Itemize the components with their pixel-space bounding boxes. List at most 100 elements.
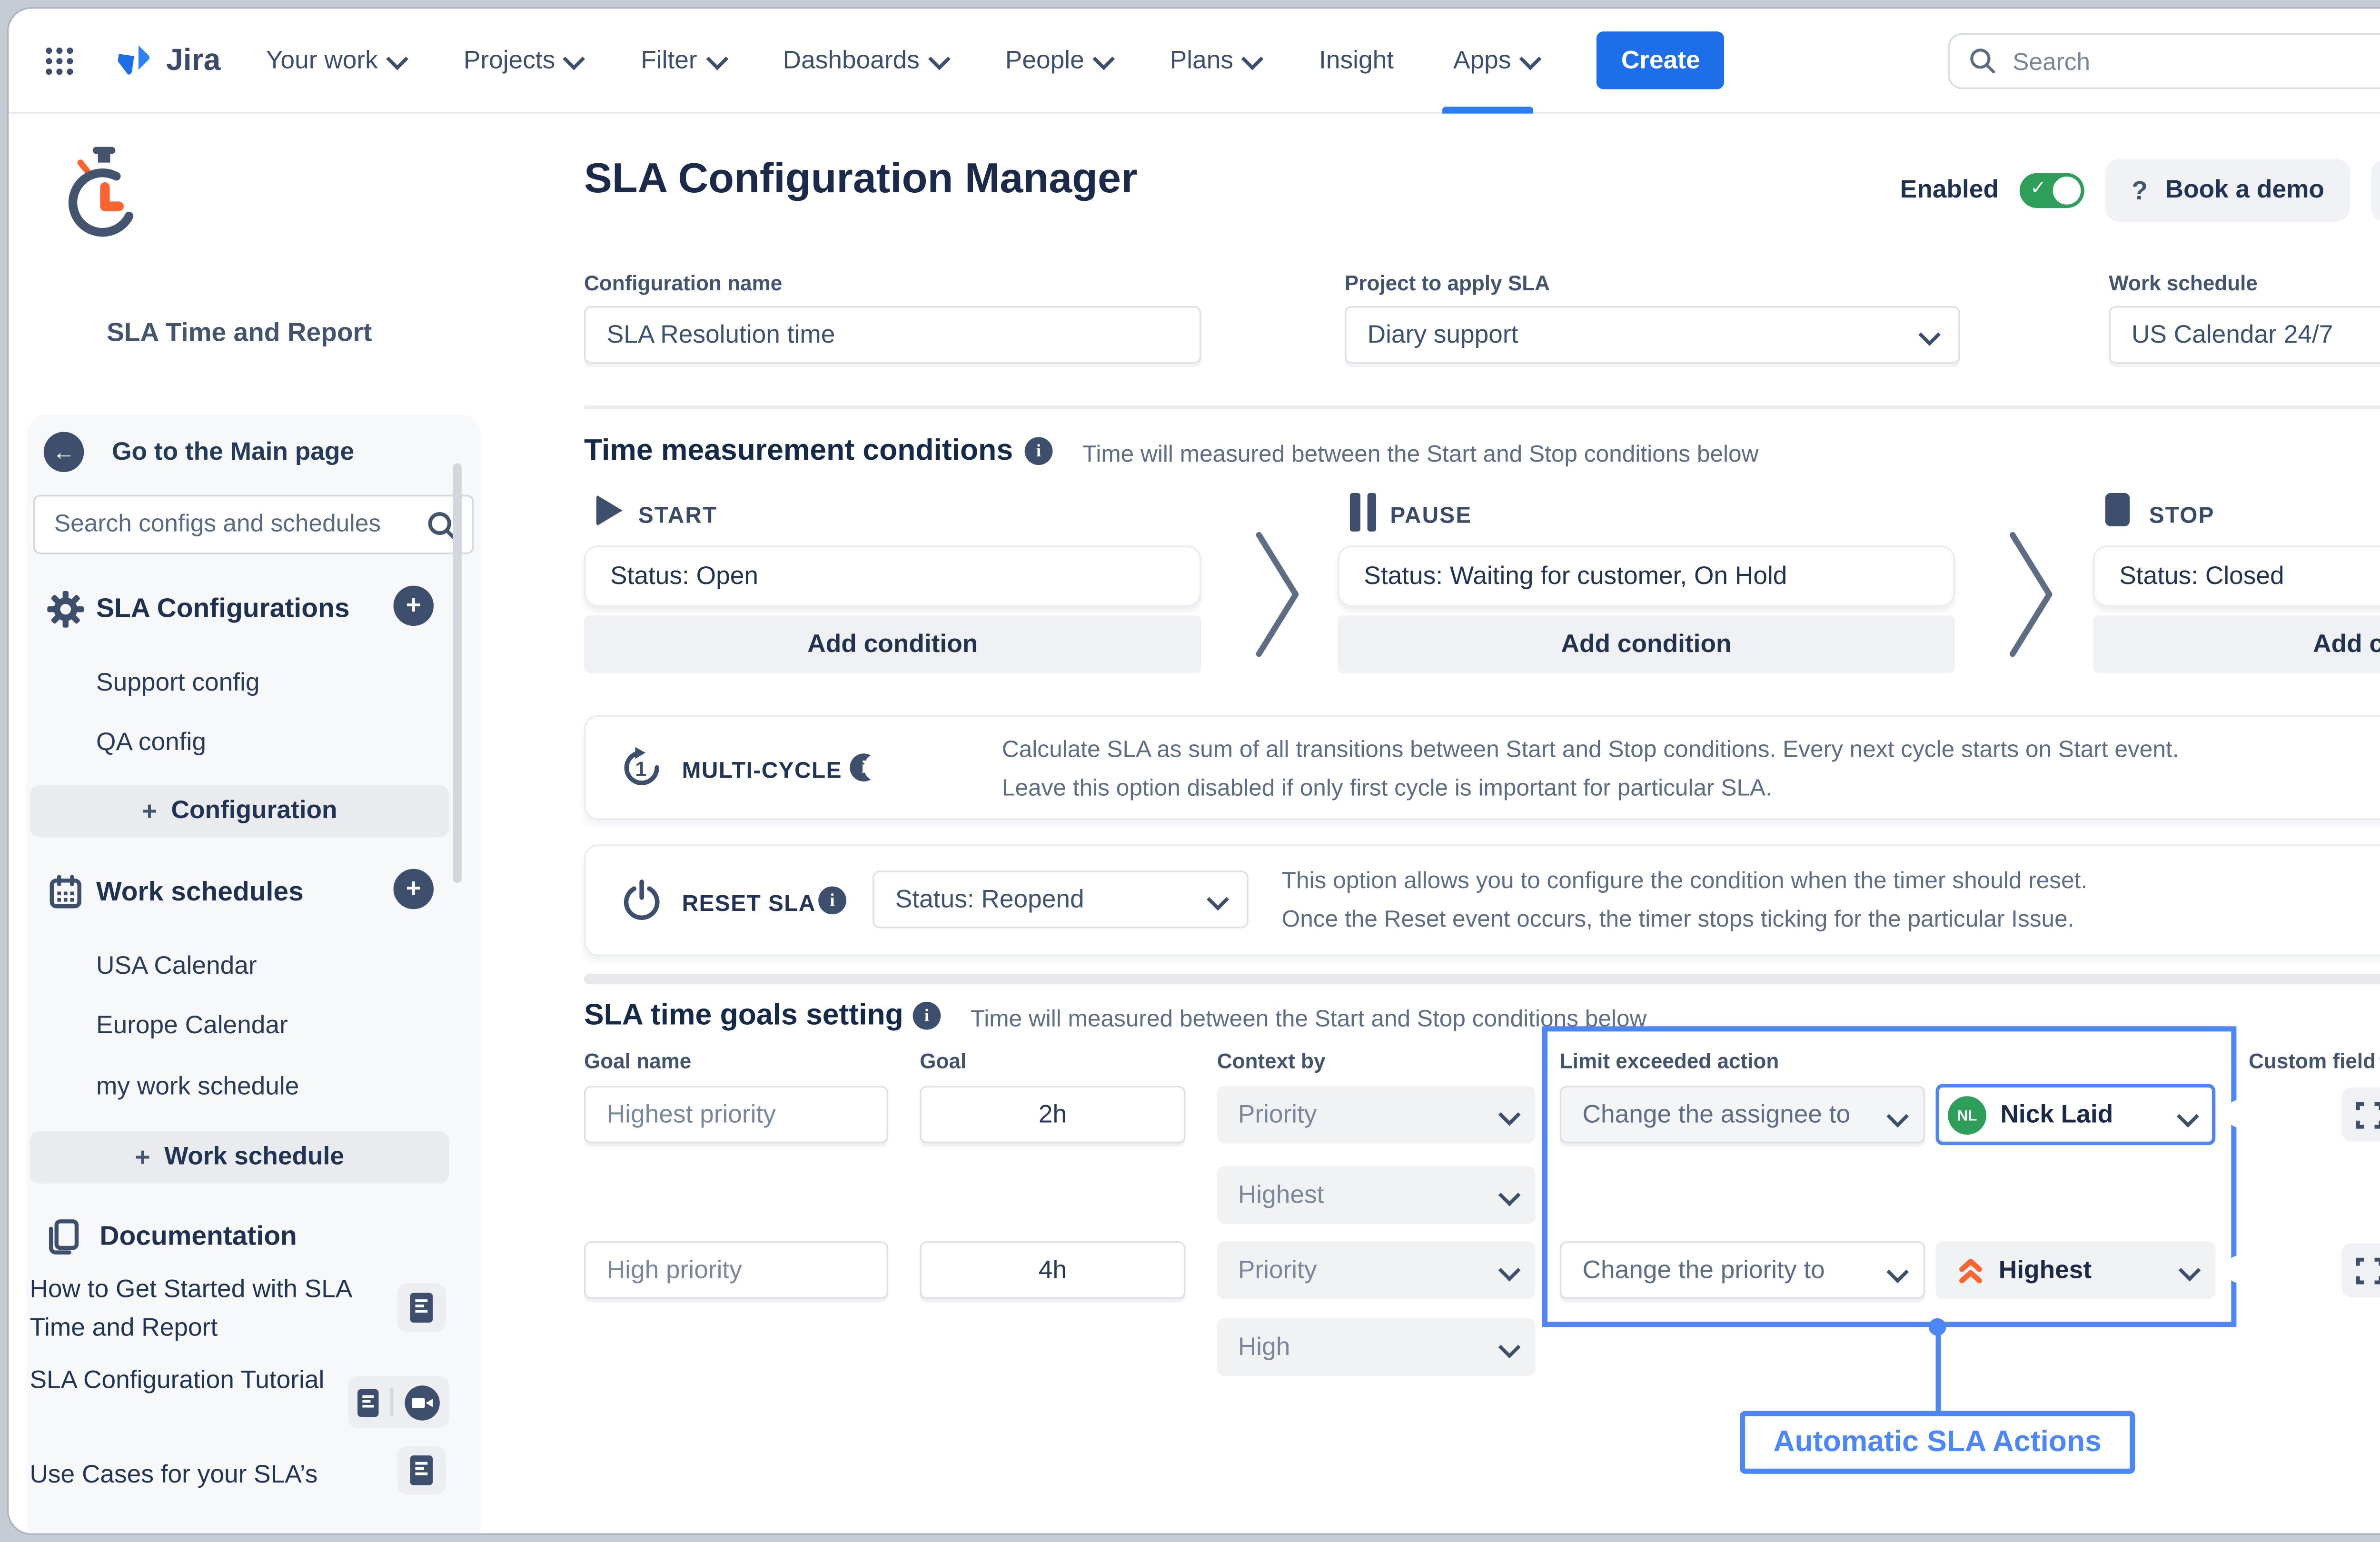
create-button[interactable]: Create bbox=[1597, 31, 1725, 89]
add-schedule-icon-button[interactable] bbox=[394, 869, 434, 909]
sidebar-search-input[interactable]: Search configs and schedules bbox=[33, 495, 474, 554]
jira-logo[interactable]: Jira bbox=[110, 39, 220, 82]
app-switcher-grid-icon[interactable] bbox=[44, 45, 75, 76]
nav-item-dashboards[interactable]: Dashboards bbox=[783, 8, 946, 113]
sidebar-search-placeholder: Search configs and schedules bbox=[54, 509, 381, 537]
doc-article-button[interactable] bbox=[397, 1283, 446, 1332]
sidebar-item-usa-calendar[interactable]: USA Calendar bbox=[96, 953, 257, 981]
document-icon[interactable] bbox=[357, 1387, 380, 1417]
book-a-demo-button[interactable]: Book a demo bbox=[2105, 159, 2350, 222]
multi-cycle-card: 1 MULTI-CYCLE i ✓ Calculate SLA as sum o… bbox=[584, 715, 2380, 820]
context-value-select-1[interactable]: Highest bbox=[1217, 1166, 1536, 1224]
goal-name-input-2[interactable]: High priority bbox=[584, 1241, 888, 1299]
document-icon bbox=[409, 1454, 434, 1486]
expand-button-2[interactable] bbox=[2341, 1243, 2380, 1297]
project-label: Project to apply SLA bbox=[1345, 271, 1550, 295]
doc-link-use-cases[interactable]: Use Cases for your SLA’s bbox=[30, 1456, 379, 1495]
pause-add-condition-button[interactable]: Add condition bbox=[1338, 615, 1955, 673]
info-icon[interactable]: i bbox=[1025, 437, 1053, 465]
reset-sla-description-2: Once the Reset event occurs, the timer s… bbox=[1282, 906, 2074, 932]
chevron-down-icon bbox=[1519, 48, 1542, 70]
chevron-down-icon bbox=[1093, 48, 1115, 70]
jira-logo-icon bbox=[110, 39, 154, 82]
work-schedule-select[interactable]: US Calendar 24/7 bbox=[2109, 306, 2380, 364]
chevron-down-icon bbox=[1242, 48, 1264, 70]
main-content: SLA Configuration Manager Enabled ✓ Book… bbox=[498, 114, 2380, 1533]
sidebar-item-my-work-schedule[interactable]: my work schedule bbox=[96, 1074, 299, 1102]
flow-chevron-icon bbox=[2007, 530, 2056, 668]
stop-condition-box[interactable]: Status: Closed bbox=[2093, 545, 2380, 607]
chevron-down-icon bbox=[928, 48, 951, 70]
start-condition-box[interactable]: Status: Open bbox=[584, 545, 1201, 607]
nav-item-people[interactable]: People bbox=[1005, 8, 1111, 113]
context-by-select-2[interactable]: Priority bbox=[1217, 1241, 1536, 1299]
sidebar-item-europe-calendar[interactable]: Europe Calendar bbox=[96, 1012, 288, 1040]
sidebar-scrollbar[interactable] bbox=[453, 463, 461, 883]
add-configuration-button[interactable]: Configuration bbox=[30, 785, 449, 837]
reset-sla-label: RESET SLA bbox=[682, 890, 816, 916]
document-icon bbox=[409, 1292, 434, 1324]
start-add-condition-button[interactable]: Add condition bbox=[584, 615, 1201, 673]
chevron-down-icon bbox=[564, 48, 586, 70]
multi-cycle-description-2: Leave this option disabled if only first… bbox=[1002, 774, 1772, 801]
goal-input-2[interactable]: 4h bbox=[920, 1241, 1185, 1299]
automatic-sla-actions-annotation: Automatic SLA Actions bbox=[1740, 1411, 2135, 1473]
assignee-select-1[interactable]: NL Nick Laid bbox=[1936, 1084, 2216, 1146]
global-search-input[interactable]: Search bbox=[1948, 32, 2380, 89]
goal-input-1[interactable]: 2h bbox=[920, 1086, 1185, 1143]
expand-icon bbox=[2354, 1100, 2380, 1128]
sidebar-item-qa-config[interactable]: QA config bbox=[96, 729, 206, 757]
doc-link-configuration-tutorial[interactable]: SLA Configuration Tutorial bbox=[30, 1362, 327, 1401]
nav-item-plans[interactable]: Plans bbox=[1170, 8, 1259, 113]
configuration-name-input[interactable]: SLA Resolution time bbox=[584, 306, 1201, 364]
search-placeholder: Search bbox=[2013, 46, 2090, 74]
project-select[interactable]: Diary support bbox=[1345, 306, 1960, 364]
stop-add-condition-button[interactable]: Add condition bbox=[2093, 615, 2380, 673]
sla-app-name: SLA Time and Report bbox=[107, 318, 372, 348]
nav-item-your-work[interactable]: Your work bbox=[266, 8, 404, 113]
doc-article-button[interactable] bbox=[397, 1446, 446, 1495]
nav-item-insight[interactable]: Insight bbox=[1319, 8, 1394, 113]
nav-item-projects[interactable]: Projects bbox=[464, 8, 582, 113]
back-arrow-icon bbox=[44, 432, 84, 472]
chevron-down-icon bbox=[705, 48, 728, 70]
priority-highest-icon bbox=[1957, 1255, 1985, 1285]
divider bbox=[390, 1388, 393, 1416]
add-work-schedule-button[interactable]: Work schedule bbox=[30, 1131, 449, 1184]
go-to-main-page-link[interactable]: Go to the Main page bbox=[44, 432, 354, 472]
stop-label: STOP bbox=[2149, 502, 2215, 528]
sidebar-item-support-config[interactable]: Support config bbox=[96, 670, 260, 698]
work-schedule-label: Work schedule bbox=[2109, 271, 2258, 295]
add-configuration-icon-button[interactable] bbox=[394, 586, 434, 626]
expand-icon bbox=[2354, 1256, 2380, 1284]
jira-logo-text: Jira bbox=[166, 42, 220, 79]
reset-sla-card: RESET SLA i Status: Reopend This option … bbox=[584, 844, 2380, 956]
nav-item-apps[interactable]: Apps bbox=[1453, 8, 1537, 113]
enabled-toggle[interactable]: ✓ bbox=[2020, 173, 2084, 208]
info-icon[interactable]: i bbox=[913, 1002, 941, 1030]
work-schedules-title: Work schedules bbox=[96, 878, 304, 909]
expand-button-1[interactable] bbox=[2341, 1087, 2380, 1142]
setup-wizard-button[interactable]: Setup Wizard bbox=[2371, 159, 2380, 222]
chevron-down-icon bbox=[2178, 1259, 2199, 1280]
enabled-label: Enabled bbox=[1900, 177, 1999, 205]
limit-action-select-1[interactable]: Change the assignee to bbox=[1560, 1086, 1925, 1143]
check-icon: ✓ bbox=[2268, 1100, 2284, 1123]
reset-sla-select[interactable]: Status: Reopend bbox=[873, 870, 1249, 928]
context-value-select-2[interactable]: High bbox=[1217, 1318, 1536, 1376]
priority-value-select-2[interactable]: Highest bbox=[1936, 1241, 2216, 1299]
limit-action-select-2[interactable]: Change the priority to bbox=[1560, 1241, 1925, 1299]
info-icon[interactable]: i bbox=[818, 886, 846, 914]
pause-condition-box[interactable]: Status: Waiting for customer, On Hold bbox=[1338, 545, 1955, 607]
col-goal: Goal bbox=[920, 1049, 966, 1073]
question-icon bbox=[2132, 176, 2148, 205]
screenshot-stage: Jira Your work Projects Filter Dashboard… bbox=[0, 0, 2380, 1542]
goal-name-input-1[interactable]: Highest priority bbox=[584, 1086, 888, 1143]
doc-link-get-started[interactable]: How to Get Started with SLA Time and Rep… bbox=[30, 1271, 379, 1348]
nav-item-filter[interactable]: Filter bbox=[641, 8, 724, 113]
col-custom-field: Custom field bbox=[2249, 1049, 2376, 1073]
video-icon[interactable] bbox=[404, 1384, 440, 1421]
context-by-select-1[interactable]: Priority bbox=[1217, 1086, 1536, 1143]
start-play-icon bbox=[596, 495, 623, 526]
stop-icon bbox=[2105, 493, 2130, 526]
